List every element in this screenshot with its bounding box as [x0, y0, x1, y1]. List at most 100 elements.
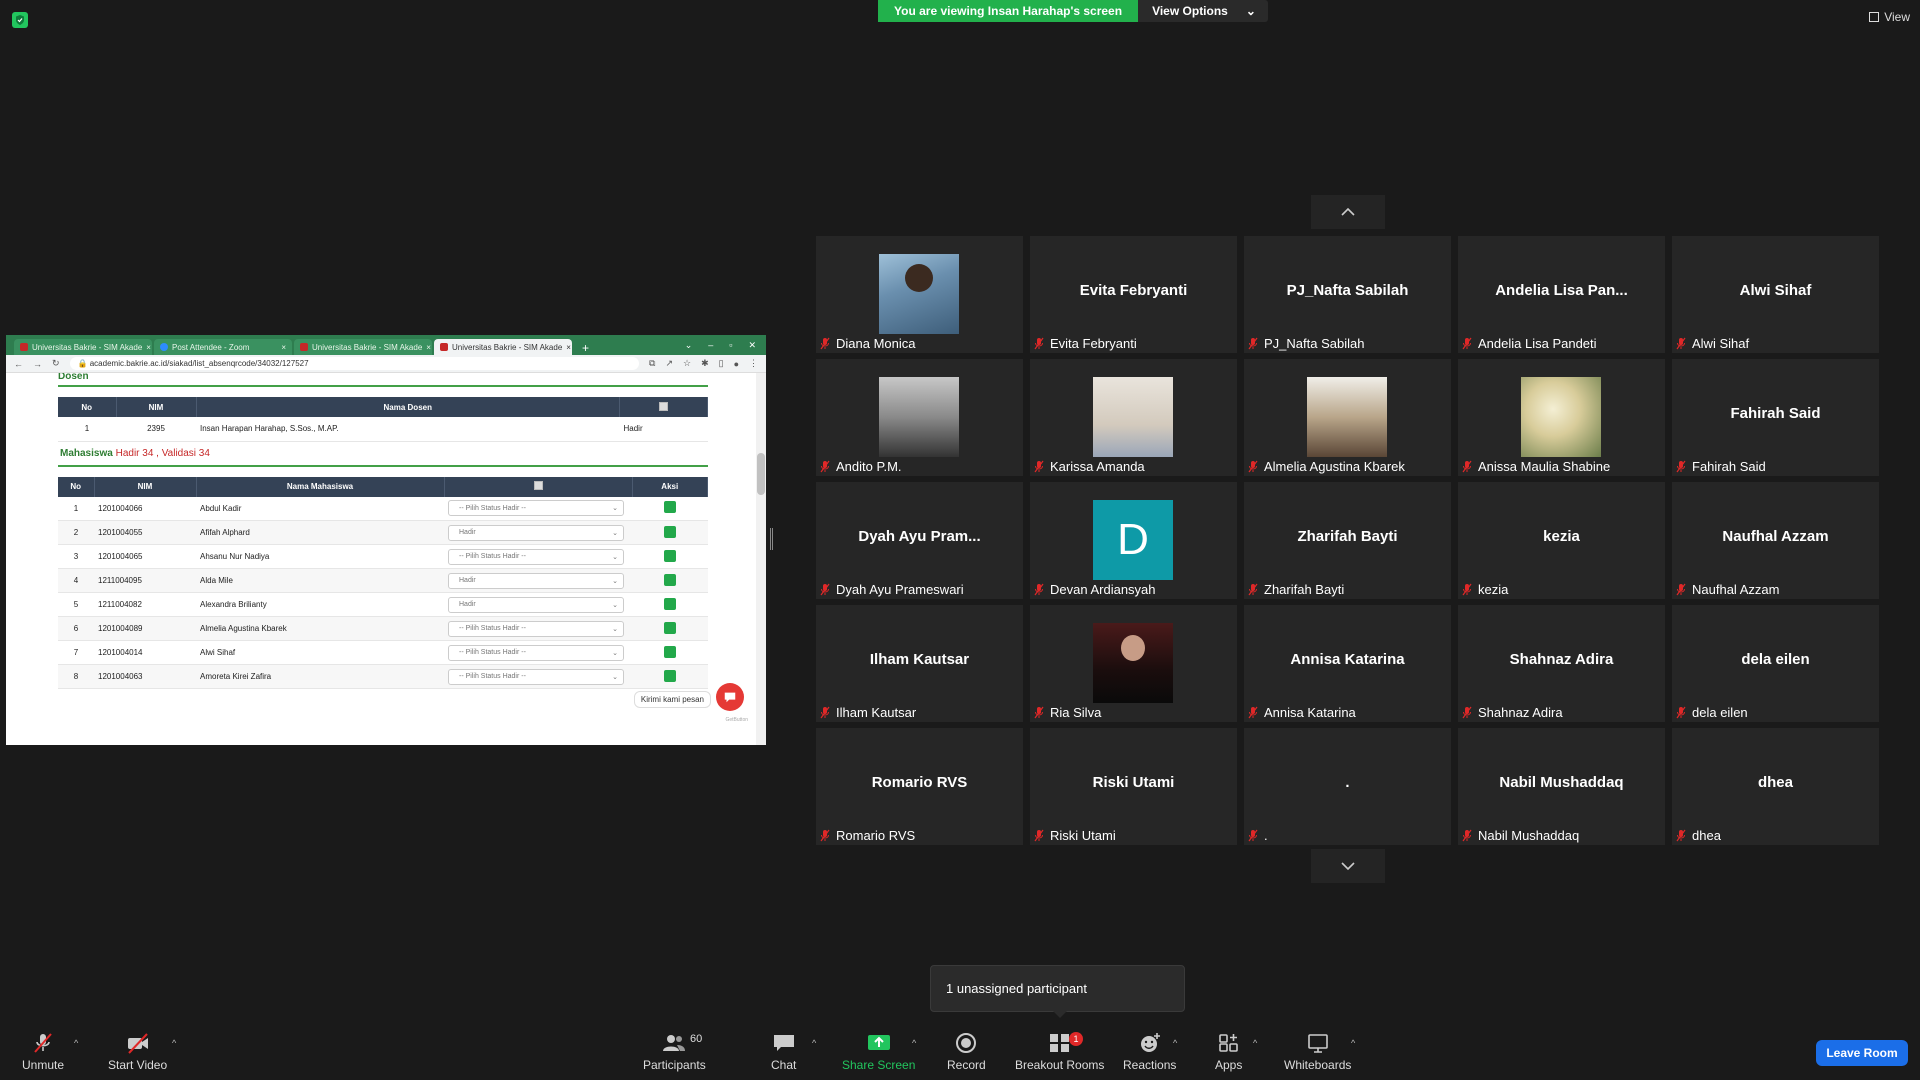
translate-icon[interactable]: ⧉ [649, 358, 655, 369]
status-select[interactable]: -- Pilih Status Hadir -- ⌄ [448, 620, 624, 637]
share-icon[interactable]: ↗ [665, 358, 673, 369]
view-options-button[interactable]: View Options ⌄ [1138, 0, 1268, 22]
save-action-icon[interactable] [663, 621, 676, 634]
tab-title: Universitas Bakrie - SIM Akade [312, 342, 423, 352]
participant-tile[interactable]: Ria Silva [1030, 605, 1237, 722]
participant-tile[interactable]: Karissa Amanda [1030, 359, 1237, 476]
participant-tile[interactable]: Naufhal Azzam Naufhal Azzam [1672, 482, 1879, 599]
select-all-checkbox[interactable] [533, 481, 543, 490]
apps-caret-icon[interactable]: ^ [1253, 1038, 1257, 1048]
apps-button[interactable]: Apps [1215, 1032, 1242, 1072]
chat-options-caret-icon[interactable]: ^ [812, 1038, 816, 1048]
menu-icon[interactable]: ⋮ [749, 358, 758, 369]
security-shield-icon[interactable] [12, 12, 28, 28]
chat-tooltip: Kirimi kami pesan [633, 691, 711, 708]
profile-avatar-icon[interactable]: ● [734, 359, 739, 369]
close-icon[interactable]: ✕ [748, 340, 756, 351]
select-all-checkbox[interactable] [659, 401, 668, 411]
participant-tile[interactable]: dela eilen dela eilen [1672, 605, 1879, 722]
scroll-thumb[interactable] [757, 453, 765, 495]
participant-tile[interactable]: Romario RVS Romario RVS [816, 728, 1023, 845]
extensions-icon[interactable]: ✱ [701, 358, 709, 369]
record-button[interactable]: Record [947, 1032, 986, 1072]
view-button[interactable]: View [1869, 10, 1910, 24]
status-value: Hadir [459, 529, 476, 536]
unmute-button[interactable]: Unmute [22, 1032, 64, 1072]
participant-tile[interactable]: Ilham Kautsar Ilham Kautsar [816, 605, 1023, 722]
participant-tile[interactable]: dhea dhea [1672, 728, 1879, 845]
reload-icon[interactable]: ↻ [52, 358, 60, 369]
whiteboards-button[interactable]: Whiteboards [1284, 1032, 1351, 1072]
browser-tab[interactable]: Post Attendee - Zoom × [154, 339, 292, 355]
page-scrollbar[interactable] [756, 373, 766, 745]
leave-room-button[interactable]: Leave Room [1816, 1040, 1908, 1066]
participant-tile[interactable]: Almelia Agustina Kbarek [1244, 359, 1451, 476]
resize-handle[interactable] [770, 528, 773, 550]
save-action-icon[interactable] [663, 525, 676, 538]
audio-options-caret-icon[interactable]: ^ [74, 1038, 78, 1048]
save-action-icon[interactable] [663, 573, 676, 586]
start-video-button[interactable]: Start Video [108, 1032, 167, 1072]
status-select[interactable]: Hadir ⌄ [448, 524, 624, 541]
minimize-icon[interactable]: – [708, 340, 713, 351]
forward-icon[interactable]: → [33, 359, 42, 369]
participant-tile[interactable]: PJ_Nafta Sabilah PJ_Nafta Sabilah [1244, 236, 1451, 353]
close-icon[interactable]: × [426, 343, 431, 352]
url-input[interactable]: 🔒 academic.bakrie.ac.id/siakad/list_abse… [69, 357, 639, 370]
sidebar-icon[interactable]: ▯ [719, 358, 724, 369]
save-action-icon[interactable] [663, 501, 676, 514]
participant-tile[interactable]: Riski Utami Riski Utami [1030, 728, 1237, 845]
participant-tile[interactable]: Shahnaz Adira Shahnaz Adira [1458, 605, 1665, 722]
new-tab-icon[interactable]: + [574, 341, 597, 355]
participant-tile[interactable]: .. [1244, 728, 1451, 845]
gallery-next-button[interactable] [1311, 849, 1385, 883]
share-options-caret-icon[interactable]: ^ [912, 1038, 916, 1048]
chat-widget-button[interactable] [716, 683, 744, 711]
share-screen-button[interactable]: Share Screen [842, 1032, 915, 1072]
whiteboards-caret-icon[interactable]: ^ [1351, 1038, 1355, 1048]
status-select[interactable]: -- Pilih Status Hadir -- ⌄ [448, 548, 624, 565]
browser-tab[interactable]: Universitas Bakrie - SIM Akade × [294, 339, 432, 355]
browser-tab-active[interactable]: Universitas Bakrie - SIM Akade × [434, 339, 572, 355]
participant-video [1093, 377, 1173, 457]
participant-tile[interactable]: Dyah Ayu Pram... Dyah Ayu Prameswari [816, 482, 1023, 599]
status-select[interactable]: -- Pilih Status Hadir -- ⌄ [448, 644, 624, 661]
reactions-button[interactable]: Reactions [1123, 1032, 1176, 1072]
save-action-icon[interactable] [663, 549, 676, 562]
breakout-rooms-button[interactable]: Breakout Rooms [1015, 1032, 1104, 1072]
video-options-caret-icon[interactable]: ^ [172, 1038, 176, 1048]
participant-tile[interactable]: D Devan Ardiansyah [1030, 482, 1237, 599]
participant-tile[interactable]: Fahirah Said Fahirah Said [1672, 359, 1879, 476]
close-icon[interactable]: × [281, 343, 286, 352]
close-icon[interactable]: × [146, 343, 151, 352]
save-action-icon[interactable] [663, 597, 676, 610]
star-icon[interactable]: ☆ [683, 358, 691, 369]
status-select[interactable]: Hadir ⌄ [448, 596, 624, 613]
close-icon[interactable]: × [566, 343, 571, 352]
status-select[interactable]: -- Pilih Status Hadir -- ⌄ [448, 500, 624, 517]
status-select[interactable]: -- Pilih Status Hadir -- ⌄ [448, 668, 624, 685]
chat-button[interactable]: Chat [771, 1032, 796, 1072]
gallery-prev-button[interactable] [1311, 195, 1385, 229]
participant-tile[interactable]: Andelia Lisa Pan... Andelia Lisa Pandeti [1458, 236, 1665, 353]
participant-tile[interactable]: Andito P.M. [816, 359, 1023, 476]
save-action-icon[interactable] [663, 645, 676, 658]
participant-display-name: Ilham Kautsar [869, 651, 970, 668]
participant-tile[interactable]: Diana Monica [816, 236, 1023, 353]
maximize-icon[interactable]: ▫ [729, 340, 732, 351]
reactions-caret-icon[interactable]: ^ [1173, 1038, 1177, 1048]
participant-tile[interactable]: Evita Febryanti Evita Febryanti [1030, 236, 1237, 353]
unassigned-toast[interactable]: 1 unassigned participant [930, 965, 1185, 1018]
chevron-down-icon[interactable]: ⌄ [685, 340, 693, 351]
participant-tile[interactable]: Zharifah Bayti Zharifah Bayti [1244, 482, 1451, 599]
participant-tile[interactable]: Alwi Sihaf Alwi Sihaf [1672, 236, 1879, 353]
browser-tab[interactable]: Universitas Bakrie - SIM Akade × [14, 339, 152, 355]
participant-tile[interactable]: kezia kezia [1458, 482, 1665, 599]
row-nim: 1201004014 [94, 640, 196, 665]
back-icon[interactable]: ← [14, 359, 23, 369]
participant-tile[interactable]: Nabil Mushaddaq Nabil Mushaddaq [1458, 728, 1665, 845]
participant-tile[interactable]: Annisa Katarina Annisa Katarina [1244, 605, 1451, 722]
save-action-icon[interactable] [663, 669, 676, 682]
status-select[interactable]: Hadir ⌄ [448, 572, 624, 589]
participant-tile[interactable]: Anissa Maulia Shabine [1458, 359, 1665, 476]
